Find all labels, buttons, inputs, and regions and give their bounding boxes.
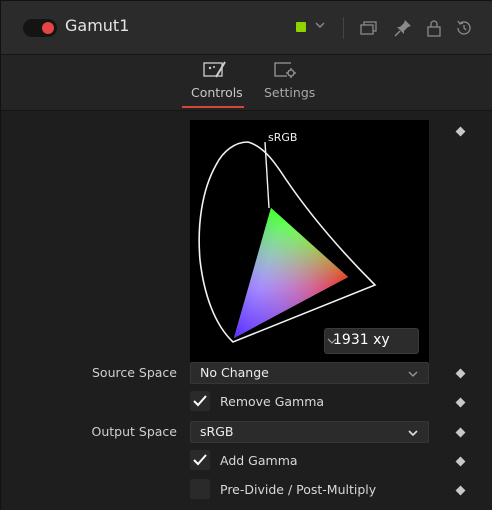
tool-header: Gamut1 bbox=[1, 1, 492, 55]
source-space-dropdown[interactable]: No Change bbox=[190, 362, 429, 384]
reset-icon[interactable] bbox=[453, 17, 475, 39]
tool-color-swatch[interactable] bbox=[296, 22, 306, 32]
tab-controls[interactable]: Controls bbox=[191, 85, 243, 100]
keyframe-diamond-icon[interactable] bbox=[455, 126, 466, 137]
chevron-down-icon bbox=[327, 338, 337, 344]
pre-divide-checkbox[interactable] bbox=[190, 479, 210, 499]
srgb-label-line bbox=[264, 141, 270, 209]
diagram-type-value: 1931 xy bbox=[333, 332, 390, 348]
diagram-type-select[interactable]: 1931 xy bbox=[324, 328, 419, 354]
chevron-down-icon[interactable] bbox=[313, 15, 327, 35]
keyframe-diamond-icon[interactable] bbox=[455, 397, 466, 408]
header-divider bbox=[343, 17, 344, 39]
tool-name: Gamut1 bbox=[65, 16, 130, 35]
chevron-down-icon bbox=[408, 371, 418, 377]
output-space-dropdown[interactable]: sRGB bbox=[190, 421, 429, 443]
tool-enable-toggle[interactable] bbox=[23, 19, 57, 37]
version-icon[interactable] bbox=[357, 17, 379, 39]
gamut-diagram-view[interactable]: sRGB 1931 xy bbox=[190, 120, 429, 364]
keyframe-diamond-icon[interactable] bbox=[455, 368, 466, 379]
add-gamma-checkbox[interactable] bbox=[190, 450, 210, 470]
remove-gamma-label: Remove Gamma bbox=[220, 394, 325, 409]
tab-settings[interactable]: Settings bbox=[264, 85, 315, 100]
chevron-down-icon bbox=[408, 430, 418, 437]
output-space-value: sRGB bbox=[200, 424, 234, 439]
source-space-label: Source Space bbox=[92, 365, 177, 380]
toggle-indicator bbox=[42, 22, 54, 34]
inspector-tabs: Controls Settings bbox=[1, 55, 492, 111]
controls-icon bbox=[203, 61, 226, 78]
inspector-panel: Gamut1 Controls Settings sRGB 1931 xy So… bbox=[0, 0, 492, 510]
add-gamma-label: Add Gamma bbox=[220, 453, 298, 468]
output-space-label: Output Space bbox=[91, 424, 178, 439]
srgb-label: sRGB bbox=[268, 131, 297, 144]
controls-content: sRGB 1931 xy Source Space No Change Remo… bbox=[1, 112, 492, 510]
settings-icon bbox=[274, 62, 296, 78]
checkmark-icon bbox=[193, 454, 207, 466]
lock-icon[interactable] bbox=[423, 17, 445, 39]
pre-divide-label: Pre-Divide / Post-Multiply bbox=[220, 482, 377, 497]
active-tab-indicator bbox=[182, 106, 244, 108]
keyframe-diamond-icon[interactable] bbox=[455, 485, 466, 496]
keyframe-diamond-icon[interactable] bbox=[455, 427, 466, 438]
remove-gamma-checkbox[interactable] bbox=[190, 391, 210, 411]
source-space-value: No Change bbox=[200, 365, 269, 380]
pin-icon[interactable] bbox=[392, 17, 414, 39]
checkmark-icon bbox=[193, 395, 207, 407]
keyframe-diamond-icon[interactable] bbox=[455, 456, 466, 467]
